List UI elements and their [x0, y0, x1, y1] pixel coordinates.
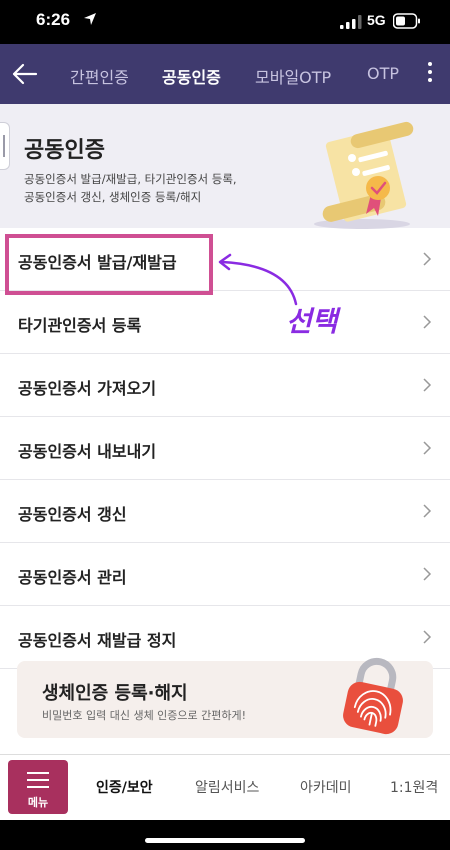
menu-item-issue-reissue[interactable]: 공동인증서 발급/재발급 [0, 228, 450, 291]
cert-menu-list: 공동인증서 발급/재발급 타기관인증서 등록 공동인증서 가져오기 공동인증서 … [0, 228, 450, 669]
bottom-tab-alert-service[interactable]: 알림서비스 [195, 777, 259, 797]
location-arrow-icon [84, 13, 96, 25]
biometric-card-title: 생체인증 등록·해지 [42, 683, 188, 704]
bottom-tab-auth-security[interactable]: 인증/보안 [96, 777, 153, 797]
tab-otp[interactable]: OTP [367, 64, 399, 83]
biometric-card-desc: 비밀번호 입력 대신 생체 인증으로 간편하게! [42, 709, 247, 722]
bottom-tab-remote-support[interactable]: 1:1원격 [390, 777, 438, 797]
menu-item-label: 타기관인증서 등록 [18, 316, 142, 335]
chevron-right-icon [423, 441, 432, 455]
top-navbar: 간편인증 공동인증 모바일OTP OTP [0, 44, 450, 104]
menu-item-export-cert[interactable]: 공동인증서 내보내기 [0, 417, 450, 480]
certificate-scroll-icon [314, 121, 414, 229]
page-description-line-2: 공동인증서 갱신, 생체인증 등록/해지 [24, 190, 202, 204]
battery-icon [393, 13, 420, 29]
bottom-tab-academy[interactable]: 아카데미 [300, 777, 352, 797]
menu-item-label: 공동인증서 내보내기 [18, 442, 157, 461]
menu-item-label: 공동인증서 발급/재발급 [18, 253, 177, 272]
main-content: 공동인증 공동인증서 발급/재발급, 타기관인증서 등록, 공동인증서 갱신, … [0, 104, 450, 754]
menu-item-import-cert[interactable]: 공동인증서 가져오기 [0, 354, 450, 417]
fingerprint-lock-icon [343, 657, 403, 735]
chevron-right-icon [423, 504, 432, 518]
chevron-right-icon [423, 378, 432, 392]
side-drawer-handle[interactable] [0, 122, 10, 170]
menu-item-label: 공동인증서 재발급 정지 [18, 631, 177, 650]
menu-button-label: 메뉴 [27, 796, 49, 809]
home-indicator[interactable] [145, 838, 305, 843]
hamburger-icon [27, 772, 49, 793]
menu-item-label: 공동인증서 관리 [18, 568, 127, 587]
page-description: 공동인증서 발급/재발급, 타기관인증서 등록, 공동인증서 갱신, 생체인증 … [24, 170, 237, 206]
menu-item-register-other-cert[interactable]: 타기관인증서 등록 [0, 291, 450, 354]
menu-button[interactable]: 메뉴 [8, 760, 68, 814]
menu-item-renew-cert[interactable]: 공동인증서 갱신 [0, 480, 450, 543]
menu-item-label: 공동인증서 가져오기 [18, 379, 157, 398]
signal-strength-icon [340, 15, 362, 29]
status-time: 6:26 [36, 10, 71, 29]
tab-joint-cert[interactable]: 공동인증 [162, 64, 221, 88]
chevron-right-icon [423, 252, 432, 266]
bottom-navigation: 메뉴 인증/보안 알림서비스 아카데미 1:1원격 [0, 754, 450, 820]
status-bar: 6:26 5G [0, 0, 450, 44]
more-options-icon[interactable] [420, 58, 440, 90]
menu-item-label: 공동인증서 갱신 [18, 505, 127, 524]
biometric-card[interactable]: 생체인증 등록·해지 비밀번호 입력 대신 생체 인증으로 간편하게! [17, 657, 433, 738]
home-indicator-area [0, 820, 450, 850]
menu-item-manage-cert[interactable]: 공동인증서 관리 [0, 543, 450, 606]
chevron-right-icon [423, 630, 432, 644]
page-description-line-1: 공동인증서 발급/재발급, 타기관인증서 등록, [24, 172, 237, 186]
network-type: 5G [367, 12, 386, 28]
back-arrow-icon[interactable] [10, 60, 40, 88]
page-title: 공동인증 [24, 138, 105, 163]
hero-banner: 공동인증 공동인증서 발급/재발급, 타기관인증서 등록, 공동인증서 갱신, … [0, 104, 450, 229]
chevron-right-icon [423, 567, 432, 581]
chevron-right-icon [423, 315, 432, 329]
tab-simple-auth[interactable]: 간편인증 [70, 64, 129, 88]
tab-mobile-otp[interactable]: 모바일OTP [255, 64, 331, 88]
tab-overflow-fade [396, 44, 418, 104]
